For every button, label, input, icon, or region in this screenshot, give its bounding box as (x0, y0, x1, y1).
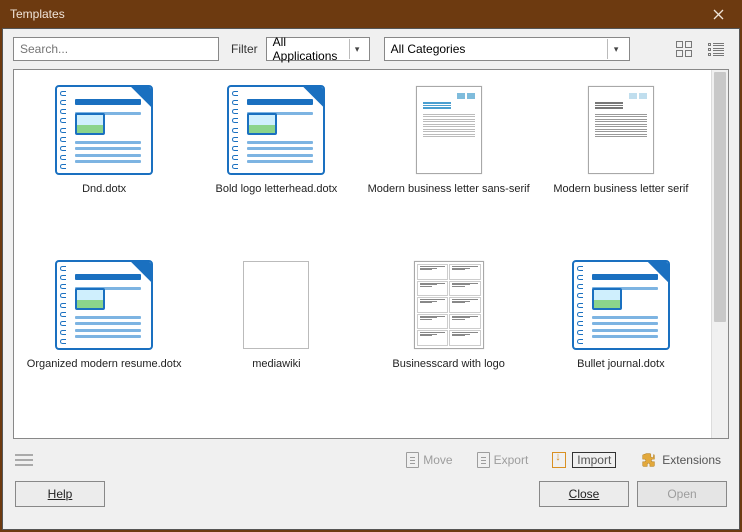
puzzle-icon (640, 451, 658, 469)
template-label: Modern business letter sans-serif (364, 182, 534, 196)
titlebar: Templates (0, 0, 742, 28)
app-filter-value: All Applications (273, 35, 345, 63)
template-label: mediawiki (248, 357, 304, 371)
move-label: Move (423, 453, 452, 467)
help-button[interactable]: Help (15, 481, 105, 507)
chevron-down-icon: ▾ (349, 39, 365, 59)
template-label: Dnd.dotx (78, 182, 130, 196)
toolbar: Filter All Applications ▾ All Categories… (3, 29, 739, 67)
menu-icon[interactable] (15, 454, 33, 466)
template-tile[interactable]: Modern business letter serif (535, 78, 707, 253)
template-grid-container: Dnd.dotx Bold logo letterhead.dotx Moder… (13, 69, 729, 439)
export-label: Export (494, 453, 529, 467)
template-tile[interactable]: Modern business letter sans-serif (363, 78, 535, 253)
list-view-button[interactable] (703, 37, 729, 61)
window-title: Templates (10, 7, 65, 21)
template-tile[interactable]: Businesscard with logo (363, 253, 535, 428)
close-button[interactable]: Close (539, 481, 629, 507)
template-tile[interactable]: Organized modern resume.dotx (18, 253, 190, 428)
template-tile[interactable]: Dnd.dotx (18, 78, 190, 253)
import-label: Import (577, 453, 611, 467)
action-row: Move Export Import Extensions (3, 445, 739, 473)
filter-label: Filter (231, 42, 258, 56)
template-thumbnail (571, 82, 671, 178)
grid-icon (676, 41, 692, 57)
category-filter-value: All Categories (391, 42, 466, 56)
bottom-row: Help Close Open (3, 473, 739, 517)
move-button[interactable]: Move (400, 450, 458, 470)
export-button[interactable]: Export (471, 450, 535, 470)
grid-view-button[interactable] (671, 37, 697, 61)
template-thumbnail (226, 82, 326, 178)
template-thumbnail (399, 257, 499, 353)
template-label: Bullet journal.dotx (573, 357, 668, 371)
import-button-group[interactable]: Import (546, 450, 622, 470)
app-filter-dropdown[interactable]: All Applications ▾ (266, 37, 370, 61)
search-input[interactable] (13, 37, 219, 61)
extensions-label: Extensions (662, 453, 721, 467)
template-thumbnail (399, 82, 499, 178)
page-icon (406, 452, 419, 468)
list-icon (708, 43, 724, 56)
template-thumbnail (54, 82, 154, 178)
template-label: Businesscard with logo (388, 357, 509, 371)
chevron-down-icon: ▾ (607, 39, 625, 59)
page-icon (477, 452, 490, 468)
dialog-frame: Filter All Applications ▾ All Categories… (2, 28, 740, 530)
template-thumbnail (54, 257, 154, 353)
template-tile[interactable]: Bullet journal.dotx (535, 253, 707, 428)
open-button[interactable]: Open (637, 481, 727, 507)
scrollbar-thumb[interactable] (714, 72, 726, 322)
template-label: Modern business letter serif (549, 182, 692, 196)
template-thumbnail (226, 257, 326, 353)
template-tile[interactable]: Bold logo letterhead.dotx (190, 78, 362, 253)
template-tile[interactable]: mediawiki (190, 253, 362, 428)
close-label: Close (569, 487, 600, 501)
extensions-button[interactable]: Extensions (634, 449, 727, 471)
category-filter-dropdown[interactable]: All Categories ▾ (384, 37, 630, 61)
open-label: Open (667, 487, 696, 501)
template-thumbnail (571, 257, 671, 353)
template-label: Organized modern resume.dotx (23, 357, 186, 371)
template-label: Bold logo letterhead.dotx (212, 182, 342, 196)
close-icon[interactable] (702, 0, 734, 28)
help-label: Help (48, 487, 73, 501)
scrollbar[interactable] (711, 70, 728, 438)
import-icon (552, 452, 566, 468)
template-grid: Dnd.dotx Bold logo letterhead.dotx Moder… (14, 70, 711, 438)
